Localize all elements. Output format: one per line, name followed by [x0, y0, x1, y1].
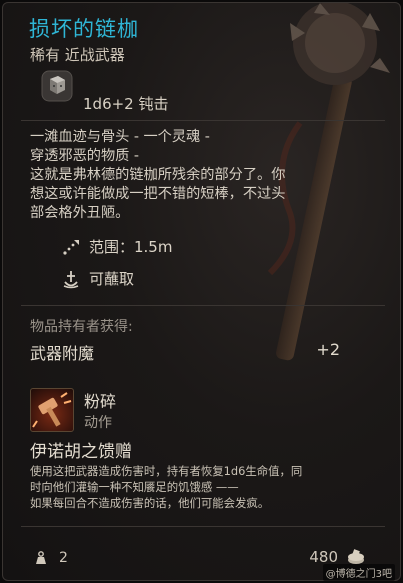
wielder-section-label: 物品持有者获得:	[30, 319, 133, 335]
dice-icon	[41, 70, 73, 102]
flavor-line: 一滩血迹与骨头 - 一个灵魂 -	[30, 129, 210, 145]
flavor-line: 想这或许能做成一把不错的短棒，不过头	[30, 186, 286, 202]
weight-value: 2	[59, 550, 68, 566]
divider	[21, 120, 385, 121]
range-property: 范围：1.5m	[61, 236, 172, 257]
flavor-line: 穿透邪恶的物质 -	[30, 148, 139, 164]
action-type: 动作	[84, 415, 112, 431]
flavor-text: 一滩血迹与骨头 - 一个灵魂 - 穿透邪恶的物质 - 这就是弗林德的链枷所残余的…	[30, 128, 385, 223]
dippable-text: 可蘸取	[89, 270, 135, 288]
passive-line: 如果每回合不造成伤害的话，他们可能会发疯。	[30, 496, 270, 510]
divider	[21, 526, 385, 527]
dippable-property: 可蘸取	[61, 268, 134, 289]
enchantment-value: +2	[316, 340, 340, 359]
smash-action-icon[interactable]	[30, 388, 74, 432]
passive-line: 使用这把武器造成伤害时，持有者恢复1d6生命值，同	[30, 464, 303, 478]
enchantment-label: 武器附魔	[30, 344, 95, 363]
weight-stat: 2	[33, 550, 68, 566]
passive-line: 时向他们灌输一种不知餍足的饥饿感 ——	[30, 480, 239, 494]
item-tooltip: 损坏的链枷 稀有 近战武器 1d6+2 钝击 一滩血迹与骨头 - 一个灵魂 - …	[2, 2, 401, 581]
range-text: 范围：1.5m	[89, 238, 173, 256]
enchantment-row: 武器附魔 +2	[30, 340, 340, 364]
item-rarity-type: 稀有 近战武器	[30, 46, 125, 64]
dip-icon	[63, 270, 79, 288]
action-name: 粉碎	[84, 392, 117, 411]
flavor-line: 这就是弗林德的链枷所残余的部分了。你	[30, 167, 286, 183]
passive-title: 伊诺胡之馈赠	[30, 442, 132, 462]
flavor-line: 部会格外丑陋。	[30, 205, 130, 221]
passive-description: 使用这把武器造成伤害时，持有者恢复1d6生命值，同 时向他们灌输一种不知餍足的饥…	[30, 463, 390, 511]
item-name: 损坏的链枷	[29, 17, 139, 41]
divider	[21, 305, 385, 306]
damage-text: 1d6+2 钝击	[83, 95, 169, 113]
watermark: @博德之门3吧	[322, 564, 395, 581]
weight-icon	[36, 551, 46, 564]
range-icon	[63, 239, 79, 255]
